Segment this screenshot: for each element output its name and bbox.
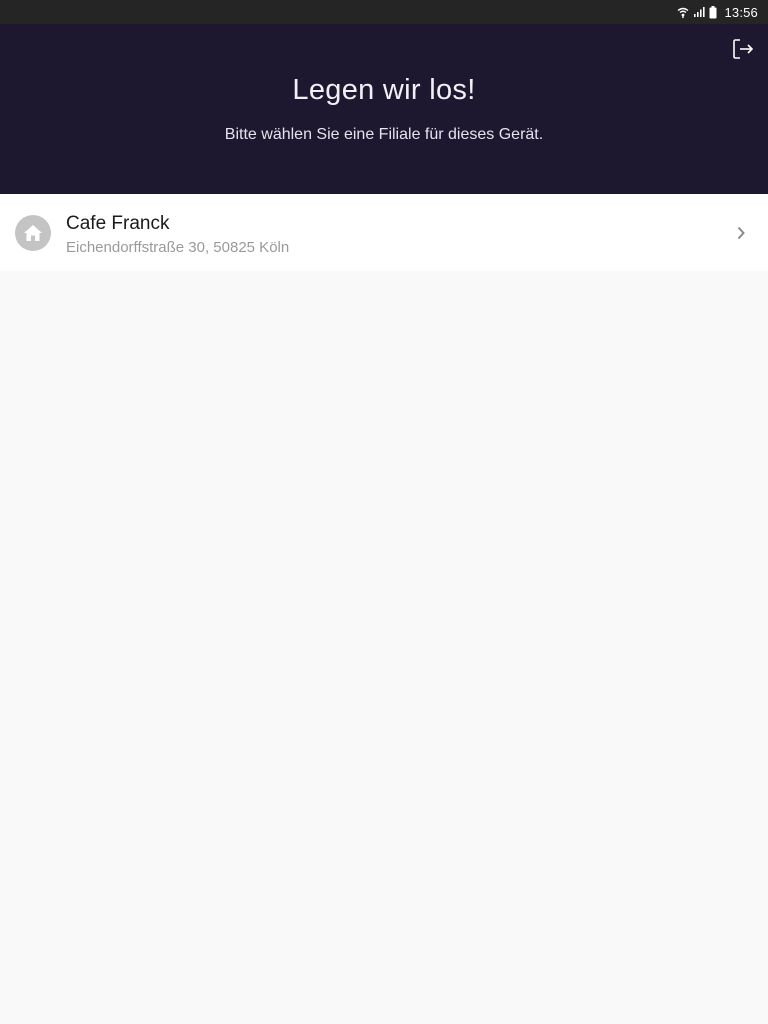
status-time: 13:56 bbox=[724, 4, 758, 20]
welcome-header: Legen wir los! Bitte wählen Sie eine Fil… bbox=[0, 24, 768, 194]
branch-text: Cafe Franck Eichendorffstraße 30, 50825 … bbox=[66, 212, 289, 258]
empty-content-area bbox=[0, 271, 768, 1024]
wifi-icon bbox=[677, 6, 689, 18]
battery-icon bbox=[709, 5, 717, 19]
signal-icon bbox=[693, 6, 706, 18]
page-title: Legen wir los! bbox=[292, 74, 476, 106]
branch-list-item[interactable]: Cafe Franck Eichendorffstraße 30, 50825 … bbox=[0, 194, 768, 271]
branch-list: Cafe Franck Eichendorffstraße 30, 50825 … bbox=[0, 194, 768, 271]
status-bar: 13:56 bbox=[0, 0, 768, 24]
branch-address: Eichendorffstraße 30, 50825 Köln bbox=[66, 239, 290, 256]
home-icon bbox=[15, 215, 51, 251]
page-subtitle: Bitte wählen Sie eine Filiale für dieses… bbox=[224, 126, 544, 143]
chevron-right-icon bbox=[736, 225, 746, 241]
branch-name: Cafe Franck bbox=[66, 213, 170, 234]
logout-icon[interactable] bbox=[732, 38, 754, 60]
